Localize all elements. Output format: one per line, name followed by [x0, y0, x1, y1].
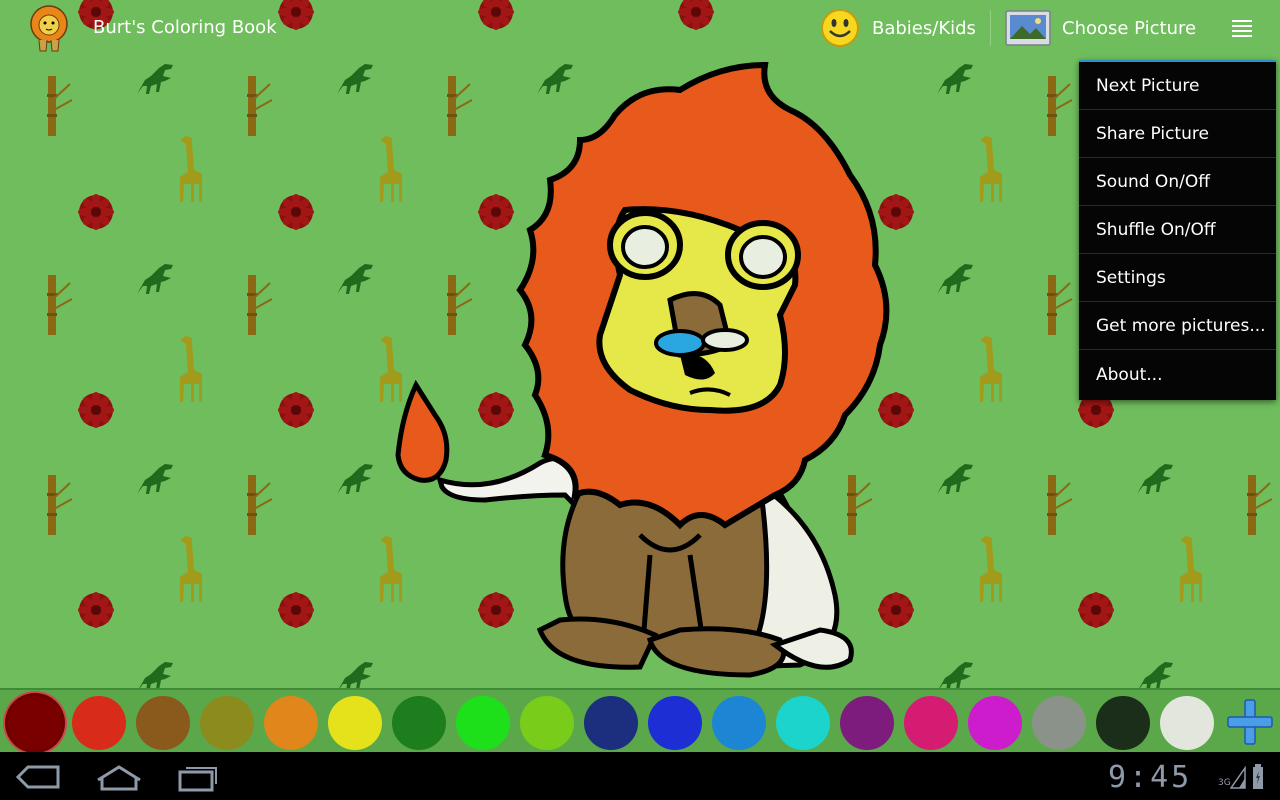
color-swatch[interactable]	[712, 696, 766, 750]
lion-coloring-picture[interactable]	[380, 55, 920, 685]
action-divider	[990, 10, 991, 46]
menu-item-settings[interactable]: Settings	[1079, 254, 1276, 302]
network-type-label: 3G	[1218, 778, 1231, 788]
menu-item-share-picture[interactable]: Share Picture	[1079, 110, 1276, 158]
color-palette	[0, 688, 1280, 752]
menu-item-shuffle-toggle[interactable]: Shuffle On/Off	[1079, 206, 1276, 254]
color-swatch[interactable]	[1096, 696, 1150, 750]
plus-icon[interactable]	[1226, 698, 1274, 746]
color-swatch[interactable]	[968, 696, 1022, 750]
color-swatch[interactable]	[200, 696, 254, 750]
back-icon[interactable]	[14, 762, 64, 792]
color-swatch[interactable]	[840, 696, 894, 750]
color-swatch[interactable]	[328, 696, 382, 750]
overflow-menu: Next Picture Share Picture Sound On/Off …	[1079, 60, 1276, 400]
status-clock: 9:45	[1108, 760, 1193, 795]
color-swatch[interactable]	[392, 696, 446, 750]
menu-item-get-more-pictures[interactable]: Get more pictures...	[1079, 302, 1276, 350]
color-swatch[interactable]	[648, 696, 702, 750]
color-swatch[interactable]	[136, 696, 190, 750]
signal-icon	[1230, 766, 1246, 789]
menu-item-about[interactable]: About...	[1079, 350, 1276, 400]
color-swatch[interactable]	[520, 696, 574, 750]
recent-apps-icon[interactable]	[174, 762, 224, 792]
color-swatch[interactable]	[776, 696, 830, 750]
menu-item-sound-toggle[interactable]: Sound On/Off	[1079, 158, 1276, 206]
category-button[interactable]: Babies/Kids	[820, 5, 976, 51]
color-swatch[interactable]	[264, 696, 318, 750]
choose-picture-button[interactable]: Choose Picture	[1004, 5, 1196, 51]
battery-icon	[1253, 764, 1263, 789]
smiley-icon	[821, 9, 859, 47]
action-bar: Burt's Coloring Book Babies/Kids Choose …	[0, 0, 1280, 56]
color-swatch[interactable]	[72, 696, 126, 750]
choose-picture-label: Choose Picture	[1062, 17, 1197, 39]
system-nav-bar: 9:45 3G	[0, 752, 1280, 800]
home-icon[interactable]	[94, 762, 144, 792]
color-swatch[interactable]	[1032, 696, 1086, 750]
overflow-menu-icon[interactable]	[1224, 10, 1260, 46]
color-swatch[interactable]	[1160, 696, 1214, 750]
menu-item-next-picture[interactable]: Next Picture	[1079, 62, 1276, 110]
color-swatch[interactable]	[584, 696, 638, 750]
color-swatch[interactable]	[8, 696, 62, 750]
coloring-app: Burt's Coloring Book Babies/Kids Choose …	[0, 0, 1280, 752]
category-label: Babies/Kids	[872, 17, 976, 39]
lion-icon[interactable]	[26, 4, 72, 52]
color-swatch[interactable]	[904, 696, 958, 750]
picture-icon	[1005, 10, 1051, 46]
app-title: Burt's Coloring Book	[93, 17, 277, 38]
color-swatch[interactable]	[456, 696, 510, 750]
